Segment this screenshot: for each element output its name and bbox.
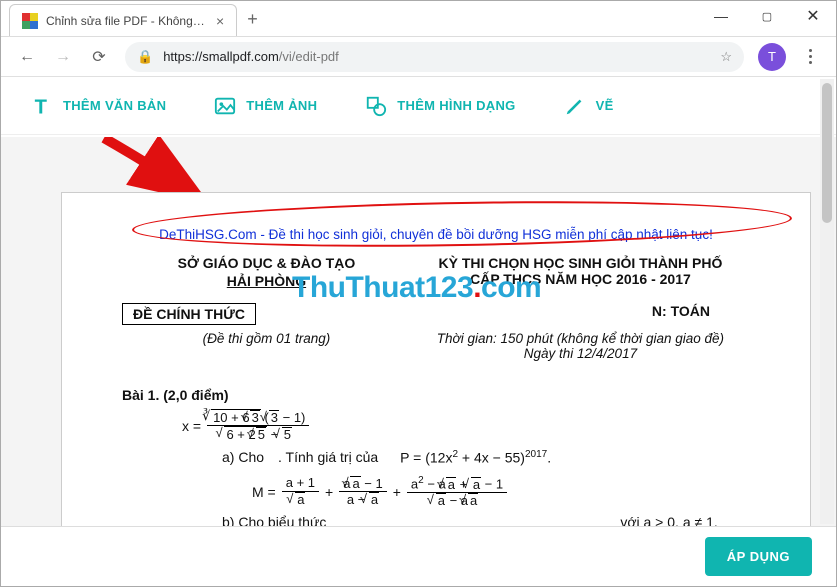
- draw-button[interactable]: VẼ: [564, 95, 614, 117]
- doc-meta-row: (Đề thi gồm 01 trang) Thời gian: 150 phú…: [122, 331, 750, 361]
- close-window-button[interactable]: ✕: [790, 1, 836, 31]
- tab-close-icon[interactable]: ×: [216, 13, 224, 29]
- browser-tab[interactable]: Chỉnh sửa file PDF - Không ảnh h ×: [9, 4, 237, 36]
- doc-eq-a2: a) Cho . Tính giá trị của P = (12x2 + 4x…: [122, 449, 750, 466]
- shape-icon: [365, 95, 387, 117]
- pdf-page[interactable]: DeThiHSG.Com - Đề thi học sinh giỏi, chu…: [61, 192, 811, 526]
- text-icon: T: [31, 95, 53, 117]
- doc-header-row: SỞ GIÁO DỤC & ĐÀO TẠO HẢI PHÒNG KỲ THI C…: [122, 255, 750, 289]
- annotation-ellipse: [132, 196, 793, 252]
- window-controls: — ▢ ✕: [698, 1, 836, 31]
- vertical-scrollbar[interactable]: [820, 79, 834, 524]
- address-bar: ← → ⟳ 🔒 https://smallpdf.com/vi/edit-pdf…: [1, 37, 836, 77]
- doc-pages: (Đề thi gồm 01 trang): [122, 331, 411, 361]
- doc-eq-m: M = a + 1a + aa − 1a − a + a2 − aa + a −…: [122, 475, 750, 508]
- url-path: /vi/edit-pdf: [279, 49, 339, 64]
- scrollbar-thumb[interactable]: [822, 83, 832, 223]
- browser-menu-icon[interactable]: [794, 41, 826, 73]
- minimize-button[interactable]: —: [698, 1, 744, 31]
- doc-date: Ngày thi 12/4/2017: [411, 346, 750, 361]
- add-shape-label: THÊM HÌNH DẠNG: [397, 98, 515, 113]
- bottom-bar: ÁP DỤNG: [1, 526, 836, 586]
- add-text-button[interactable]: T THÊM VĂN BẢN: [31, 95, 166, 117]
- reload-button[interactable]: ⟳: [83, 41, 115, 73]
- bookmark-star-icon[interactable]: ☆: [720, 49, 732, 65]
- back-button[interactable]: ←: [11, 41, 43, 73]
- image-icon: [214, 95, 236, 117]
- tab-favicon: [22, 13, 38, 29]
- tab-title: Chỉnh sửa file PDF - Không ảnh h: [46, 14, 206, 28]
- add-image-button[interactable]: THÊM ẢNH: [214, 95, 317, 117]
- svg-text:T: T: [35, 96, 48, 117]
- add-image-label: THÊM ẢNH: [246, 98, 317, 113]
- doc-time: Thời gian: 150 phút (không kể thời gian …: [411, 331, 750, 346]
- pencil-icon: [564, 95, 586, 117]
- browser-titlebar: Chỉnh sửa file PDF - Không ảnh h × + — ▢…: [1, 1, 836, 37]
- new-tab-button[interactable]: +: [237, 9, 268, 30]
- draw-label: VẼ: [596, 98, 614, 113]
- lock-icon: 🔒: [137, 49, 153, 65]
- maximize-button[interactable]: ▢: [744, 1, 790, 31]
- url-input[interactable]: 🔒 https://smallpdf.com/vi/edit-pdf ☆: [125, 42, 744, 72]
- doc-official-box: ĐỀ CHÍNH THỨC: [122, 303, 256, 325]
- doc-eq-a: x = 10 + 63 (3 − 1) 6 + 25 − 5: [122, 409, 750, 443]
- doc-official-row: ĐỀ CHÍNH THỨC N: TOÁN: [122, 303, 750, 325]
- doc-department: SỞ GIÁO DỤC & ĐÀO TẠO: [122, 255, 411, 271]
- url-host: https://smallpdf.com: [163, 49, 279, 64]
- doc-exam-line1: KỲ THI CHỌN HỌC SINH GIỎI THÀNH PHỐ: [411, 255, 750, 271]
- doc-eq-b: b) Cho biểu thức với a > 0, a ≠ 1.: [122, 514, 750, 526]
- doc-city: HẢI PHÒNG: [122, 273, 411, 289]
- forward-button[interactable]: →: [47, 41, 79, 73]
- doc-exam-line2: CẤP THCS NĂM HỌC 2016 - 2017: [411, 271, 750, 287]
- apply-button[interactable]: ÁP DỤNG: [705, 537, 812, 576]
- doc-subject: N: TOÁN: [652, 303, 750, 325]
- doc-bai1: Bài 1. (2,0 điểm): [122, 387, 750, 403]
- editor-canvas[interactable]: DeThiHSG.Com - Đề thi học sinh giỏi, chu…: [1, 137, 836, 526]
- add-text-label: THÊM VĂN BẢN: [63, 98, 166, 113]
- profile-avatar[interactable]: T: [758, 43, 786, 71]
- editor-toolbar: T THÊM VĂN BẢN THÊM ẢNH THÊM HÌNH DẠNG V…: [1, 77, 836, 135]
- add-shape-button[interactable]: THÊM HÌNH DẠNG: [365, 95, 515, 117]
